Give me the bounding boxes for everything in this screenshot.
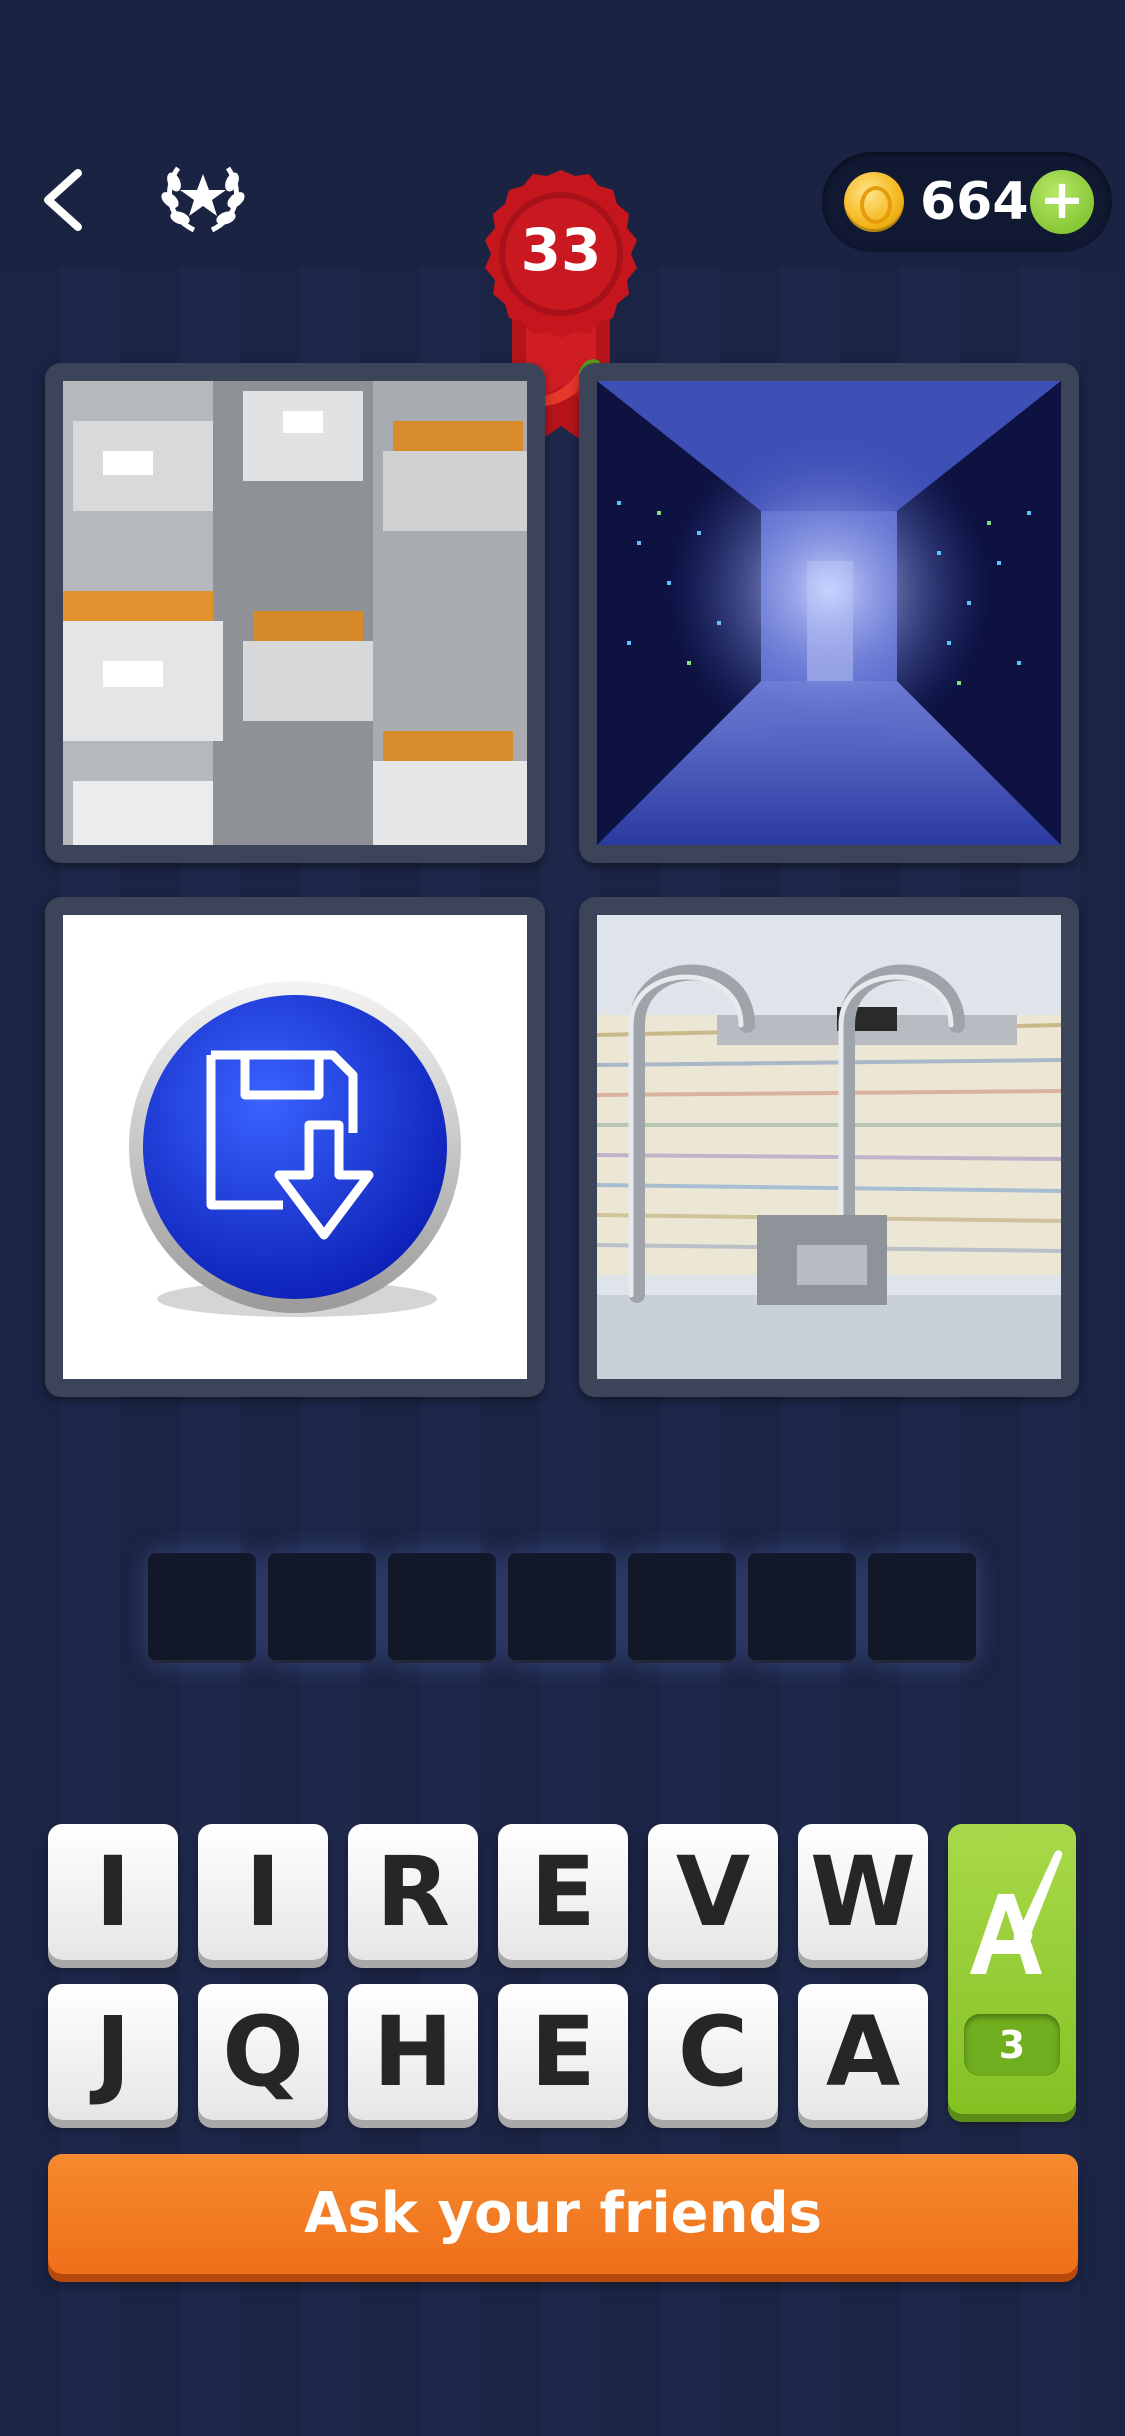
image-card-binder-papers[interactable] — [579, 897, 1079, 1397]
image-card-save-icon[interactable] — [45, 897, 545, 1397]
binder-papers-image — [597, 915, 1061, 1379]
answer-slot[interactable] — [148, 1553, 256, 1663]
letter-key[interactable]: J — [48, 1984, 178, 2120]
letter-key[interactable]: R — [348, 1824, 478, 1960]
hint-count: 3 — [964, 2014, 1060, 2076]
letter-key[interactable]: E — [498, 1824, 628, 1960]
letter-key[interactable]: I — [198, 1824, 328, 1960]
coin-balance[interactable]: 664 + — [822, 152, 1112, 252]
level-number: 33 — [520, 216, 602, 284]
letter-key[interactable]: E — [498, 1984, 628, 2120]
laurel-star-icon[interactable] — [158, 158, 248, 238]
server-room-image — [597, 381, 1061, 845]
ask-friends-button[interactable]: Ask your friends — [48, 2154, 1078, 2274]
letter-key[interactable]: I — [48, 1824, 178, 1960]
coin-count: 664 — [920, 172, 1029, 232]
letter-key[interactable]: V — [648, 1824, 778, 1960]
filing-cabinets-image — [63, 381, 527, 845]
answer-slot[interactable] — [268, 1553, 376, 1663]
floppy-save-icon-image — [63, 915, 527, 1379]
hint-button[interactable]: 3 — [948, 1824, 1076, 2114]
answer-slot[interactable] — [388, 1553, 496, 1663]
add-coins-button[interactable]: + — [1030, 170, 1094, 234]
image-card-filing-cabinets[interactable] — [45, 363, 545, 863]
letter-key[interactable]: A — [798, 1984, 928, 2120]
answer-slots — [148, 1553, 978, 1665]
letter-key[interactable]: C — [648, 1984, 778, 2120]
answer-slot[interactable] — [868, 1553, 976, 1663]
answer-slot[interactable] — [508, 1553, 616, 1663]
answer-slot[interactable] — [748, 1553, 856, 1663]
letter-key[interactable]: W — [798, 1824, 928, 1960]
letter-key[interactable]: H — [348, 1984, 478, 2120]
back-arrow-icon[interactable] — [36, 165, 96, 235]
coin-icon — [844, 172, 904, 232]
letter-key[interactable]: Q — [198, 1984, 328, 2120]
image-card-server-room[interactable] — [579, 363, 1079, 863]
answer-slot[interactable] — [628, 1553, 736, 1663]
letter-brush-icon — [970, 1850, 1063, 1974]
